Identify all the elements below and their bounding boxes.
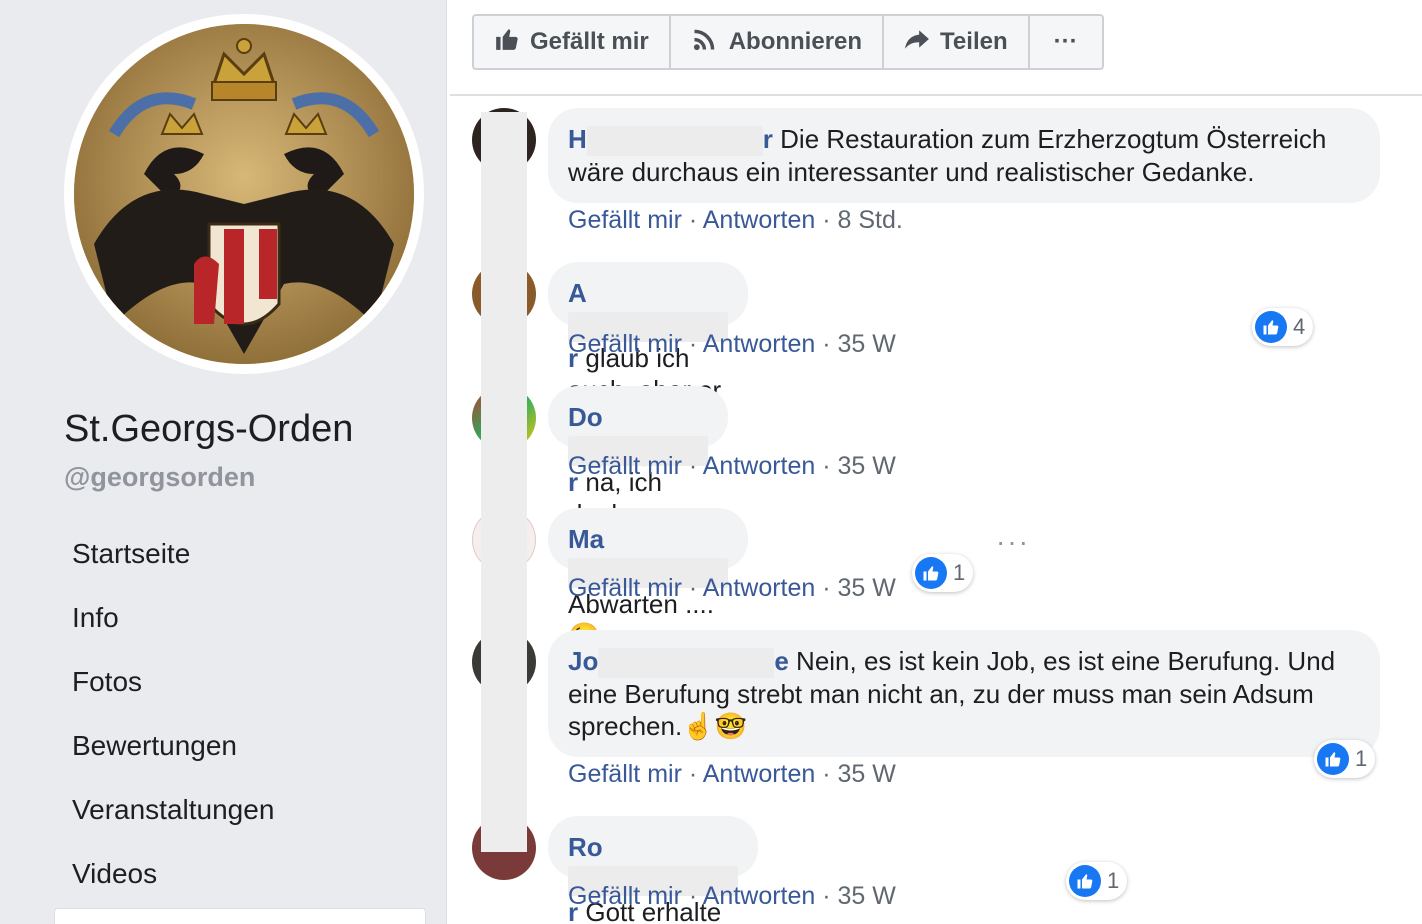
reaction-number: 1 [1355, 746, 1368, 771]
nav-item-videos[interactable]: Videos [72, 850, 274, 914]
comment-like-link[interactable]: Gefällt mir [568, 882, 682, 910]
comment-reply-link[interactable]: Antworten [703, 760, 816, 788]
comment-meta: Gefällt mir · Antworten · 8 Std. [568, 206, 903, 234]
comment-meta: Gefällt mir · Antworten · 35 W [568, 760, 896, 788]
comment-reply-link[interactable]: Antworten [703, 574, 816, 602]
comment-author[interactable]: Hr [568, 124, 773, 157]
comment-like-link[interactable]: Gefällt mir [568, 574, 682, 602]
coat-of-arms-image [74, 24, 414, 364]
comment-meta: Gefällt mir · Antworten · 35 W [568, 574, 896, 602]
comment-reply-link[interactable]: Antworten [703, 882, 816, 910]
nav-item-veranstaltungen[interactable]: Veranstaltungen [72, 786, 274, 850]
comment-author[interactable]: Jo e [568, 646, 789, 679]
page-handle: @georgsorden [64, 462, 256, 492]
rss-icon [691, 25, 719, 60]
reaction-count[interactable]: 1 [1314, 740, 1376, 778]
comment-bubble: Ma Abwarten .... 😉 [548, 508, 748, 651]
comment-like-link[interactable]: Gefällt mir [568, 760, 682, 788]
like-page-button[interactable]: Gefällt mir [474, 16, 671, 68]
comment-bubble: Jo e Nein, es ist kein Job, es ist eine B… [548, 630, 1380, 758]
comment-meta: Gefällt mir · Antworten · 35 W [568, 452, 896, 480]
thumbs-up-icon [494, 26, 520, 59]
comment-time[interactable]: 8 Std. [838, 206, 903, 234]
share-label: Teilen [940, 28, 1008, 55]
more-dots-icon: ··· [1053, 28, 1078, 55]
nav-item-fotos[interactable]: Fotos [72, 658, 274, 722]
comment-bubble: Hr Die Restauration zum Erzherzogtum Öst… [548, 108, 1380, 204]
comment-like-link[interactable]: Gefällt mir [568, 330, 682, 358]
nav-item-info[interactable]: Info [72, 594, 274, 658]
create-page-button[interactable] [54, 908, 426, 924]
comment-time[interactable]: 35 W [838, 330, 896, 358]
page-title: St.Georgs-Orden [64, 408, 354, 450]
like-reaction-icon [1069, 865, 1101, 897]
comment-time[interactable]: 35 W [838, 882, 896, 910]
comment-bubble: Ar glaub ich auch, aber er schafft das s… [548, 262, 748, 469]
subscribe-label: Abonnieren [728, 28, 863, 55]
nav-item-startseite[interactable]: Startseite [72, 530, 274, 594]
like-reaction-icon [915, 557, 947, 589]
like-page-label: Gefällt mir [530, 28, 649, 55]
comment-reply-link[interactable]: Antworten [703, 206, 816, 234]
page-nav: Startseite Info Fotos Bewertungen Verans… [72, 530, 274, 914]
nav-item-bewertungen[interactable]: Bewertungen [72, 722, 274, 786]
comment-time[interactable]: 35 W [838, 574, 896, 602]
reaction-number: 4 [1293, 314, 1306, 339]
comment-like-link[interactable]: Gefällt mir [568, 452, 682, 480]
profile-picture[interactable] [64, 14, 424, 374]
reaction-count[interactable]: 1 [912, 554, 974, 592]
comment-time[interactable]: 35 W [838, 452, 896, 480]
comment-bubble: Dor na, ich denke schon .... [548, 386, 728, 561]
comment-options-button[interactable]: ··· [996, 526, 1030, 558]
reaction-number: 1 [1107, 868, 1120, 893]
divider [450, 94, 1422, 96]
comment-time[interactable]: 35 W [838, 760, 896, 788]
more-options-button[interactable]: ··· [1030, 16, 1102, 68]
reaction-count[interactable]: 1 [1066, 862, 1128, 900]
page-sidebar: St.Georgs-Orden @georgsorden Startseite … [0, 0, 447, 924]
comment-reply-link[interactable]: Antworten [703, 330, 816, 358]
comment-bubble: Ror Gott erhalte unsern Kaiser! [548, 816, 758, 924]
redaction-bar [481, 112, 527, 852]
comment-meta: Gefällt mir · Antworten · 35 W [568, 330, 896, 358]
subscribe-button[interactable]: Abonnieren [671, 16, 885, 68]
comment-like-link[interactable]: Gefällt mir [568, 206, 682, 234]
comment-meta: Gefällt mir · Antworten · 35 W [568, 882, 896, 910]
page-action-bar: Gefällt mir Abonnieren Teilen ··· [472, 14, 1104, 70]
share-button[interactable]: Teilen [884, 16, 1030, 68]
reaction-number: 1 [953, 560, 966, 585]
reaction-count[interactable]: 4 [1252, 308, 1314, 346]
like-reaction-icon [1317, 743, 1349, 775]
like-reaction-icon [1255, 311, 1287, 343]
share-arrow-icon [904, 26, 930, 59]
comment-reply-link[interactable]: Antworten [703, 452, 816, 480]
